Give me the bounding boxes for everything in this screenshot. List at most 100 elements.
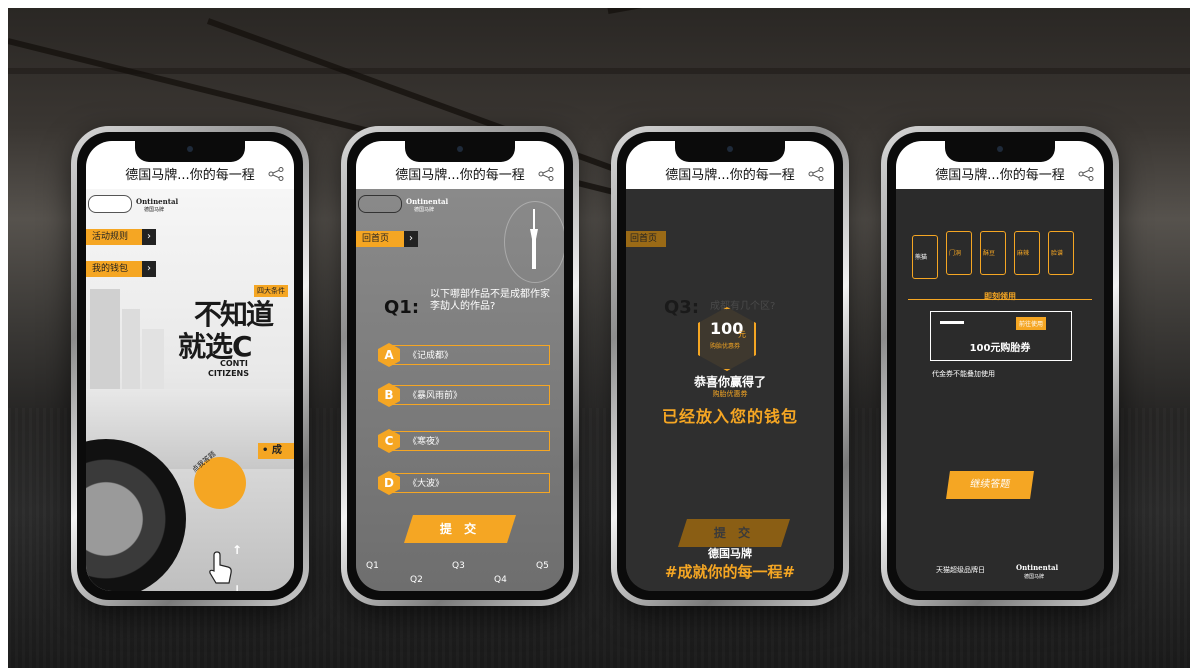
collect-card[interactable]: 酥豆: [980, 231, 1006, 275]
question-number: Q3:: [664, 297, 700, 318]
conti-line2: CITIZENS: [208, 369, 250, 378]
tmall-logo: [88, 195, 132, 213]
progress-q5: Q5: [536, 561, 549, 571]
page-title: 德国马牌...你的每一程: [395, 168, 525, 183]
divider: [908, 299, 1092, 300]
wallet-button[interactable]: 我的钱包: [86, 261, 146, 277]
question-text: 成都有几个区?: [710, 301, 776, 312]
phone-notch: [945, 141, 1055, 162]
conti-line1: CONTI: [220, 359, 248, 368]
voucher-note: 代金券不能叠加使用: [932, 370, 995, 378]
landing-screen: Ontinental 德国马牌 活动规则 › 我的钱包 › 四大条件 不知道 就…: [86, 189, 294, 591]
share-icon[interactable]: [808, 167, 824, 181]
continental-logo: Ontinental: [406, 197, 449, 206]
phone-mockup-2: 德国马牌...你的每一程 Ontinental 德国马牌 回首页 › Q1: 以…: [341, 126, 579, 606]
option-c[interactable]: C 《寒夜》: [378, 429, 550, 453]
reward-screen: 回首页 Q3: 成都有几个区? 100 元 购胎优惠券 恭喜你赢得了 购胎优惠券…: [626, 189, 834, 591]
continue-button[interactable]: 继续答题: [946, 471, 1034, 499]
arrow-right-icon[interactable]: ›: [404, 231, 418, 247]
background-scene: 德国马牌...你的每一程 Ontinental 德国马牌 活动规则 › 我的钱包…: [8, 8, 1190, 668]
card-label: 脸谱: [1051, 250, 1064, 257]
continental-logo: Ontinental: [136, 197, 179, 206]
collect-card[interactable]: 麻辣: [1014, 231, 1040, 275]
submit-button[interactable]: 提 交: [404, 515, 516, 543]
progress-q4: Q4: [494, 575, 507, 585]
arrow-down-icon: ↓: [232, 583, 243, 591]
arrow-right-icon[interactable]: ›: [142, 229, 156, 245]
option-letter: C: [384, 434, 394, 448]
brand-cn: 德国马牌: [708, 547, 752, 560]
page-title: 德国马牌...你的每一程: [125, 168, 255, 183]
brand-sub: 德国马牌: [144, 207, 165, 213]
share-icon[interactable]: [1078, 167, 1094, 181]
home-label: 回首页: [362, 234, 390, 244]
voucher-line: [940, 321, 964, 324]
voucher-use-button[interactable]: 前往使用: [1016, 317, 1047, 330]
phone-screen: 德国马牌...你的每一程 熊猫 门洞 酥豆 麻辣 脸谱 即刻领用 前往使用 10…: [896, 141, 1104, 591]
card-label: 酥豆: [983, 250, 996, 257]
section-title: 即刻领用: [984, 292, 1016, 301]
option-text: 《记成都》: [408, 351, 454, 361]
page-title: 德国马牌...你的每一程: [935, 168, 1065, 183]
tmall-logo: [358, 195, 402, 213]
option-d[interactable]: D 《大波》: [378, 471, 550, 495]
option-letter: B: [384, 388, 394, 402]
arrow-up-icon: ↑: [232, 543, 243, 557]
quiz-screen: Ontinental 德国马牌 回首页 › Q1: 以下哪部作品不是成都作家李劼…: [356, 189, 564, 591]
phone-screen: 德国马牌...你的每一程 回首页 Q3: 成都有几个区? 100 元 购胎优惠券: [626, 141, 834, 591]
coupon-hex: [698, 307, 756, 371]
arrow-right-icon[interactable]: ›: [142, 261, 156, 277]
phone-bezel: 德国马牌...你的每一程 熊猫 门洞 酥豆 麻辣 脸谱 即刻领用 前往使用 10…: [887, 132, 1113, 600]
phone-mockup-1: 德国马牌...你的每一程 Ontinental 德国马牌 活动规则 › 我的钱包…: [71, 126, 309, 606]
option-letter: A: [384, 348, 394, 362]
collect-card[interactable]: 熊猫: [912, 235, 938, 279]
option-text: 《寒夜》: [408, 437, 445, 447]
card-label: 麻辣: [1017, 250, 1030, 257]
brand-sub: 德国马牌: [414, 207, 435, 213]
option-text: 《暴风雨前》: [408, 391, 463, 401]
continental-logo: Ontinental: [1016, 563, 1059, 572]
share-icon[interactable]: [538, 167, 554, 181]
wallet-text: 已经放入您的钱包: [661, 407, 798, 426]
option-letter: D: [384, 476, 394, 490]
home-button[interactable]: 回首页: [356, 231, 404, 247]
win-sub: 购胎优惠券: [712, 390, 748, 398]
roof-beam: [8, 68, 1190, 74]
phone-mockup-3: 德国马牌...你的每一程 回首页 Q3: 成都有几个区? 100 元 购胎优惠券: [611, 126, 849, 606]
phone-screen: 德国马牌...你的每一程 Ontinental 德国马牌 活动规则 › 我的钱包…: [86, 141, 294, 591]
phone-screen: 德国马牌...你的每一程 Ontinental 德国马牌 回首页 › Q1: 以…: [356, 141, 564, 591]
question-number: Q1:: [384, 297, 420, 318]
phone-notch: [135, 141, 245, 162]
voucher-amount: 100元购胎券: [969, 343, 1031, 354]
phone-bezel: 德国马牌...你的每一程 Ontinental 德国马牌 活动规则 › 我的钱包…: [77, 132, 303, 600]
progress-q1: Q1: [366, 561, 379, 571]
phone-notch: [405, 141, 515, 162]
option-b[interactable]: B 《暴风雨前》: [378, 383, 550, 407]
progress-q2: Q2: [410, 575, 423, 585]
phone-mockup-4: 德国马牌...你的每一程 熊猫 门洞 酥豆 麻辣 脸谱 即刻领用 前往使用 10…: [881, 126, 1119, 606]
collect-card[interactable]: 门洞: [946, 231, 972, 275]
coupon-unit: 元: [738, 330, 746, 339]
option-text: 《大波》: [408, 479, 445, 489]
rules-label: 活动规则: [92, 232, 129, 242]
page-title: 德国马牌...你的每一程: [665, 168, 795, 183]
share-icon[interactable]: [268, 167, 284, 181]
tower-icon: [530, 209, 538, 269]
win-text: 恭喜你赢得了: [693, 375, 766, 389]
home-button[interactable]: 回首页: [626, 231, 666, 247]
coupon-label: 购胎优惠券: [710, 343, 741, 350]
phone-notch: [675, 141, 785, 162]
option-a[interactable]: A 《记成都》: [378, 343, 550, 367]
wallet-screen: 熊猫 门洞 酥豆 麻辣 脸谱 即刻领用 前往使用 100元购胎券 代金券不能叠加…: [896, 189, 1104, 591]
side-tag[interactable]: • 成: [258, 443, 294, 459]
card-label: 门洞: [949, 250, 962, 257]
question-text: 以下哪部作品不是成都作家李劼人的作品?: [430, 289, 550, 312]
phone-bezel: 德国马牌...你的每一程 Ontinental 德国马牌 回首页 › Q1: 以…: [347, 132, 573, 600]
tmall-logo: 天猫超级品牌日: [936, 566, 985, 574]
wallet-label: 我的钱包: [92, 264, 129, 274]
card-label: 熊猫: [915, 254, 928, 261]
submit-button: 提 交: [678, 519, 790, 547]
progress-q3: Q3: [452, 561, 465, 571]
collect-card[interactable]: 脸谱: [1048, 231, 1074, 275]
rules-button[interactable]: 活动规则: [86, 229, 146, 245]
